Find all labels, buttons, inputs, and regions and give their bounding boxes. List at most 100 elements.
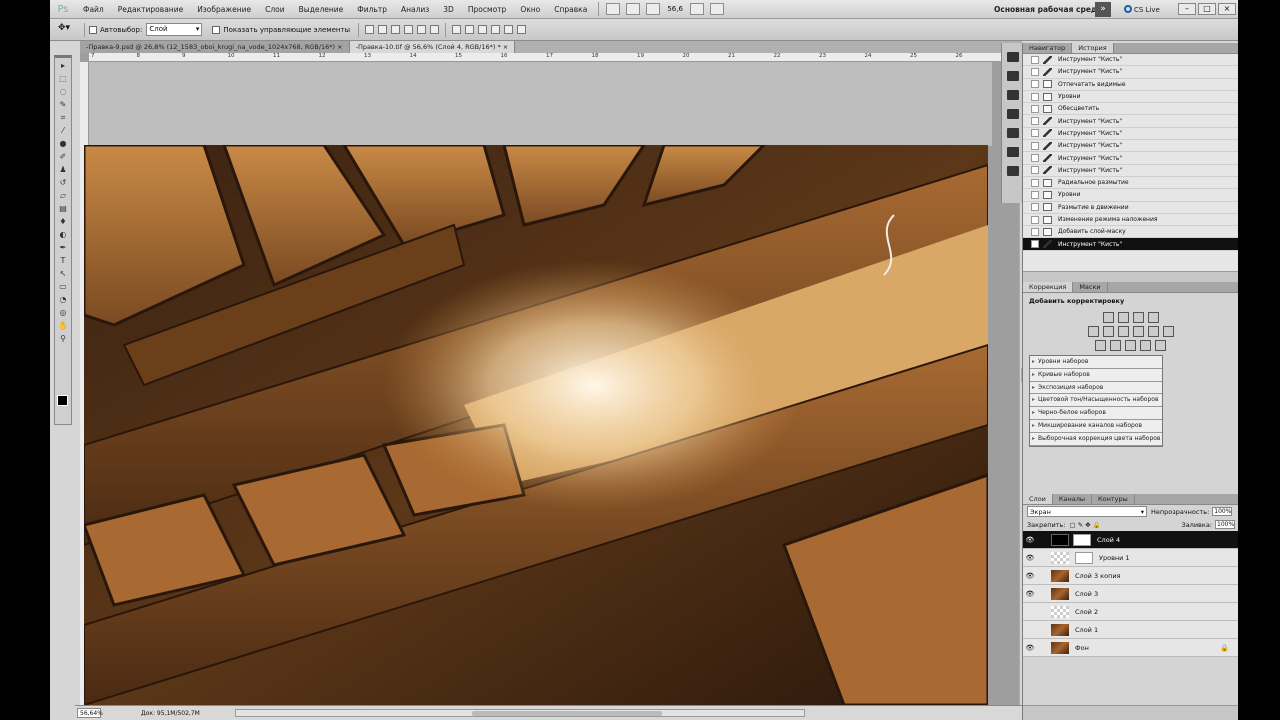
history-brush-tool-icon[interactable]: ↺ [56, 177, 70, 188]
history-item[interactable]: Уровни [1023, 91, 1238, 104]
zoom-field[interactable]: 56,64% [77, 708, 103, 718]
hue-saturation-icon[interactable] [1102, 326, 1114, 337]
layer-row[interactable]: 👁 Слой 3 [1023, 585, 1238, 603]
minimize-icon[interactable]: – [1178, 3, 1196, 15]
exposure-icon[interactable] [1147, 312, 1159, 323]
swatches-icon[interactable] [1007, 166, 1019, 176]
align-vcenter-icon[interactable] [378, 25, 388, 34]
vibrance-icon[interactable] [1087, 326, 1099, 337]
history-snapshot-checkbox[interactable] [1031, 104, 1039, 113]
history-snapshot-checkbox[interactable] [1031, 129, 1039, 138]
visibility-eye-icon[interactable]: 👁 [1023, 590, 1037, 598]
history-item[interactable]: Добавить слой-маску [1023, 226, 1238, 239]
quick-select-tool-icon[interactable]: ✎ [56, 99, 70, 110]
play-icon[interactable] [1007, 71, 1019, 81]
tab-correction[interactable]: Коррекция [1023, 282, 1074, 292]
autoselect-dropdown[interactable]: Слой [146, 23, 203, 36]
selective-color-icon[interactable] [1155, 340, 1166, 351]
history-snapshot-checkbox[interactable] [1031, 203, 1039, 212]
history-snapshot-checkbox[interactable] [1031, 117, 1039, 126]
history-item[interactable]: Изменение режима наложения [1023, 214, 1238, 227]
lasso-tool-icon[interactable]: ◌ [56, 86, 70, 97]
3d-rotate-tool-icon[interactable]: ◔ [56, 294, 70, 305]
menu-item-3[interactable]: Слои [258, 5, 292, 14]
spot-heal-tool-icon[interactable]: ● [56, 138, 70, 149]
invert-icon[interactable] [1095, 340, 1106, 351]
curves-icon[interactable] [1132, 312, 1144, 323]
history-snapshot-checkbox[interactable] [1031, 190, 1039, 199]
history-item[interactable]: Отпечатать видимые [1023, 79, 1238, 91]
screen-mode-button[interactable] [709, 3, 724, 15]
levels-icon[interactable] [1117, 312, 1129, 323]
layer-row[interactable]: 👁 Слой 3 копия [1023, 567, 1238, 585]
menu-item-9[interactable]: Окно [513, 5, 547, 14]
preset-item[interactable]: Цветовой тон/Насыщенность наборов [1030, 394, 1162, 408]
menu-item-4[interactable]: Выделение [292, 5, 351, 14]
layer-row[interactable]: 👁 Уровни 1 [1023, 549, 1238, 567]
history-item[interactable]: Инструмент "Кисть" [1023, 54, 1238, 67]
menu-item-10[interactable]: Справка [547, 5, 594, 14]
history-item[interactable]: Инструмент "Кисть" [1023, 152, 1238, 165]
visibility-eye-icon[interactable]: 👁 [1023, 536, 1037, 544]
layer-row[interactable]: Слой 1 [1023, 621, 1238, 639]
mini-bridge-button[interactable] [626, 3, 641, 15]
tools-preset-icon[interactable] [1007, 90, 1019, 100]
history-snapshot-checkbox[interactable] [1031, 92, 1039, 101]
gradient-tool-icon[interactable]: ▤ [56, 203, 70, 214]
character-icon[interactable] [1007, 128, 1019, 138]
history-item[interactable]: Размытие в движении [1023, 202, 1238, 214]
distribute-hcenter-icon[interactable] [504, 25, 514, 34]
photo-filter-icon[interactable] [1147, 326, 1159, 337]
visibility-eye-icon[interactable]: 👁 [1023, 554, 1037, 562]
horizontal-scrollbar[interactable] [235, 709, 805, 717]
menu-item-7[interactable]: 3D [436, 5, 461, 14]
move-tool-icon[interactable]: ▸ [56, 60, 70, 71]
history-snapshot-checkbox[interactable] [1031, 178, 1039, 187]
tab-navigator[interactable]: Навигатор [1023, 43, 1073, 53]
document-info[interactable]: Док: 95,1M/502,7M [141, 710, 200, 717]
tab-history[interactable]: История [1072, 43, 1114, 53]
posterize-icon[interactable] [1110, 340, 1121, 351]
brightness-icon[interactable] [1102, 312, 1114, 323]
hand-tool-icon[interactable]: ✋ [56, 320, 70, 331]
foreground-color-swatch[interactable] [57, 395, 68, 406]
show-controls-checkbox[interactable] [212, 25, 221, 34]
threshold-icon[interactable] [1125, 340, 1136, 351]
preset-item[interactable]: Уровни наборов [1030, 356, 1162, 369]
history-item[interactable]: Инструмент "Кисть" [1023, 66, 1238, 79]
menu-item-5[interactable]: Фильтр [350, 5, 394, 14]
menu-item-6[interactable]: Анализ [394, 5, 436, 14]
history-snapshot-checkbox[interactable] [1031, 55, 1039, 64]
path-select-tool-icon[interactable]: ↖ [56, 268, 70, 279]
distribute-right-icon[interactable] [517, 25, 527, 34]
history-item[interactable]: Обесцветить [1023, 103, 1238, 116]
tab-channels[interactable]: Каналы [1053, 494, 1093, 504]
info-icon[interactable] [1007, 147, 1019, 157]
type-tool-icon[interactable]: T [56, 255, 70, 266]
marquee-tool-icon[interactable]: ⬚ [56, 73, 70, 84]
color-balance-icon[interactable] [1117, 326, 1129, 337]
menu-item-0[interactable]: Файл [76, 5, 111, 14]
layer-row[interactable]: 👁 Фон 🔒 [1023, 639, 1238, 657]
workspace-label[interactable]: Основная рабочая среда [994, 5, 1102, 14]
tab-masks[interactable]: Маски [1073, 282, 1108, 292]
3d-orbit-tool-icon[interactable]: ◎ [56, 307, 70, 318]
history-snapshot-checkbox[interactable] [1031, 227, 1039, 236]
layer-row[interactable]: Слой 2 [1023, 603, 1238, 621]
scrollbar-thumb[interactable] [472, 711, 662, 716]
view-extras-button[interactable] [646, 3, 661, 15]
distribute-bottom-icon[interactable] [478, 25, 488, 34]
history-snapshot-checkbox[interactable] [1031, 67, 1039, 76]
history-snapshot-checkbox[interactable] [1031, 141, 1039, 150]
lock-icons[interactable]: ▢ ✎ ✥ 🔒 [1069, 521, 1100, 529]
visibility-eye-icon[interactable]: 👁 [1023, 572, 1037, 580]
eraser-tool-icon[interactable]: ▱ [56, 190, 70, 201]
history-item[interactable]: Инструмент "Кисть" [1023, 115, 1238, 128]
preset-item[interactable]: Кривые наборов [1030, 369, 1162, 382]
history-item[interactable]: Инструмент "Кисть" [1023, 238, 1238, 251]
history-snapshot-checkbox[interactable] [1031, 80, 1039, 89]
actions-icon[interactable] [1007, 52, 1019, 62]
tab-paths[interactable]: Контуры [1092, 494, 1135, 504]
history-snapshot-checkbox[interactable] [1031, 154, 1039, 163]
preset-item[interactable]: Микширование каналов наборов [1030, 420, 1162, 433]
